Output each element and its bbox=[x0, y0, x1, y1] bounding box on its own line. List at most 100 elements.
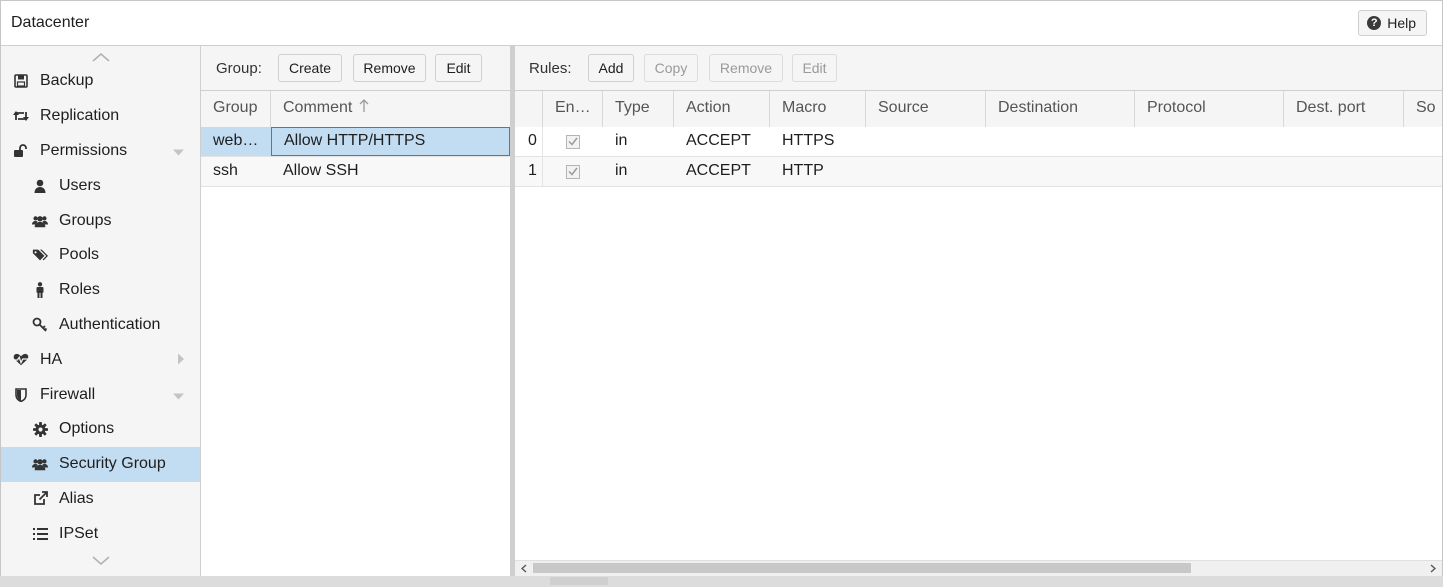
remove-group-button[interactable]: Remove bbox=[353, 54, 426, 82]
checkbox-checked-icon[interactable] bbox=[566, 134, 580, 149]
caret-right-icon[interactable] bbox=[178, 351, 184, 368]
sidebar-item-label: Groups bbox=[59, 211, 112, 229]
key-icon bbox=[32, 317, 48, 333]
create-button[interactable]: Create bbox=[278, 54, 342, 82]
column-header-comment[interactable]: Comment bbox=[271, 91, 510, 127]
gear-icon bbox=[32, 421, 48, 437]
users-icon bbox=[32, 213, 48, 229]
sidebar-item-label: Firewall bbox=[40, 385, 96, 403]
save-icon bbox=[13, 73, 29, 89]
chevron-up-icon bbox=[92, 53, 109, 62]
column-header-enable[interactable]: En… bbox=[543, 91, 603, 127]
sidebar-item-security-group[interactable]: Security Group bbox=[1, 446, 200, 482]
scroll-right-icon[interactable] bbox=[1426, 562, 1440, 574]
sidebar-item-label: Replication bbox=[40, 107, 120, 125]
sidebar-scroll-down[interactable] bbox=[1, 556, 200, 570]
sidebar-item-permissions[interactable]: Permissions bbox=[1, 134, 200, 169]
help-button-label: Help bbox=[1387, 15, 1416, 31]
column-header-macro[interactable]: Macro bbox=[770, 91, 866, 127]
sidebar-item-label: IPSet bbox=[59, 524, 99, 542]
edit-group-button[interactable]: Edit bbox=[435, 54, 482, 82]
table-row[interactable]: web… Allow HTTP/HTTPS bbox=[201, 127, 510, 157]
sidebar-item-label: Alias bbox=[59, 489, 94, 507]
column-header-pos bbox=[515, 91, 543, 127]
shield-icon bbox=[13, 387, 29, 403]
external-link-icon bbox=[32, 491, 48, 507]
sidebar: Backup Replication Permissions Users Gro… bbox=[1, 46, 201, 576]
rule-action-cell: ACCEPT bbox=[686, 132, 751, 149]
groups-grid-header: Group Comment bbox=[201, 91, 510, 128]
heartbeat-icon bbox=[13, 352, 29, 368]
sidebar-item-label: Backup bbox=[40, 72, 94, 90]
column-header-group[interactable]: Group bbox=[201, 91, 271, 127]
rule-macro-cell: HTTPS bbox=[782, 132, 835, 149]
sidebar-item-authentication[interactable]: Authentication bbox=[1, 308, 200, 343]
tags-icon bbox=[32, 247, 48, 263]
rules-toolbar-label: Rules: bbox=[529, 60, 572, 77]
caret-down-icon[interactable] bbox=[173, 386, 184, 403]
table-row[interactable]: ssh Allow SSH bbox=[201, 157, 510, 187]
sidebar-item-users[interactable]: Users bbox=[1, 168, 200, 203]
sidebar-item-alias[interactable]: Alias bbox=[1, 482, 200, 517]
remove-rule-button[interactable]: Remove bbox=[709, 54, 783, 82]
rule-enable-cell[interactable] bbox=[543, 157, 603, 186]
sidebar-item-ipset[interactable]: IPSet bbox=[1, 516, 200, 551]
sidebar-item-roles[interactable]: Roles bbox=[1, 273, 200, 308]
scroll-left-icon[interactable] bbox=[517, 562, 531, 574]
rules-toolbar: Rules: Add Copy Remove Edit bbox=[515, 46, 1442, 91]
list-icon bbox=[32, 526, 48, 542]
rule-macro-cell: HTTP bbox=[782, 162, 824, 179]
caret-down-icon[interactable] bbox=[173, 142, 184, 159]
bottom-panel-edge bbox=[0, 576, 1443, 587]
sort-ascending-icon bbox=[359, 99, 369, 112]
sidebar-item-label: Security Group bbox=[59, 455, 166, 473]
column-header-action[interactable]: Action bbox=[674, 91, 770, 127]
edit-rule-button[interactable]: Edit bbox=[792, 54, 837, 82]
column-header-destination[interactable]: Destination bbox=[986, 91, 1135, 127]
table-row[interactable]: 1 in ACCEPT HTTP bbox=[515, 157, 1442, 187]
groups-toolbar-label: Group: bbox=[216, 60, 262, 77]
sidebar-item-label: Permissions bbox=[40, 141, 128, 159]
group-name-cell: ssh bbox=[213, 162, 238, 179]
groups-toolbar: Group: Create Remove Edit bbox=[201, 46, 510, 91]
user-icon bbox=[32, 178, 48, 194]
column-header-source-port[interactable]: So bbox=[1404, 91, 1442, 127]
sidebar-item-groups[interactable]: Groups bbox=[1, 203, 200, 238]
male-icon bbox=[32, 282, 48, 299]
sidebar-item-backup[interactable]: Backup bbox=[1, 64, 200, 99]
rule-pos-cell: 0 bbox=[515, 127, 543, 156]
copy-rule-button[interactable]: Copy bbox=[644, 54, 698, 82]
users-icon bbox=[32, 456, 48, 472]
add-rule-button[interactable]: Add bbox=[588, 54, 634, 82]
sidebar-item-firewall[interactable]: Firewall bbox=[1, 377, 200, 412]
sidebar-item-label: Users bbox=[59, 176, 101, 194]
sidebar-item-pools[interactable]: Pools bbox=[1, 238, 200, 273]
rule-enable-cell[interactable] bbox=[543, 127, 603, 156]
unlock-icon bbox=[13, 143, 29, 159]
sidebar-item-label: Pools bbox=[59, 246, 100, 264]
rule-type-cell: in bbox=[615, 132, 628, 149]
column-header-protocol[interactable]: Protocol bbox=[1135, 91, 1284, 127]
sidebar-item-label: HA bbox=[40, 350, 63, 368]
rule-type-cell: in bbox=[615, 162, 628, 179]
group-comment-cell: Allow SSH bbox=[283, 162, 359, 179]
rule-pos-cell: 1 bbox=[515, 157, 543, 186]
sidebar-item-options[interactable]: Options bbox=[1, 412, 200, 447]
table-row[interactable]: 0 in ACCEPT HTTPS bbox=[515, 127, 1442, 157]
rules-panel: Rules: Add Copy Remove Edit En… Type Act… bbox=[515, 46, 1442, 576]
content-header: Datacenter ? Help bbox=[1, 1, 1442, 46]
rules-horizontal-scrollbar[interactable] bbox=[515, 560, 1442, 576]
sidebar-item-label: Authentication bbox=[59, 315, 161, 333]
checkbox-checked-icon[interactable] bbox=[566, 164, 580, 179]
scrollbar-thumb[interactable] bbox=[533, 563, 1191, 573]
bottom-panel-collapse-handle[interactable] bbox=[550, 577, 608, 585]
column-header-dest-port[interactable]: Dest. port bbox=[1284, 91, 1404, 127]
column-header-source[interactable]: Source bbox=[866, 91, 986, 127]
rules-grid-header: En… Type Action Macro Source Destination… bbox=[515, 91, 1442, 128]
column-header-type[interactable]: Type bbox=[603, 91, 674, 127]
group-name-cell: web… bbox=[213, 132, 259, 149]
sidebar-nav: Backup Replication Permissions Users Gro… bbox=[1, 64, 200, 551]
sidebar-item-ha[interactable]: HA bbox=[1, 342, 200, 377]
sidebar-item-replication[interactable]: Replication bbox=[1, 99, 200, 134]
help-button[interactable]: ? Help bbox=[1358, 10, 1427, 36]
